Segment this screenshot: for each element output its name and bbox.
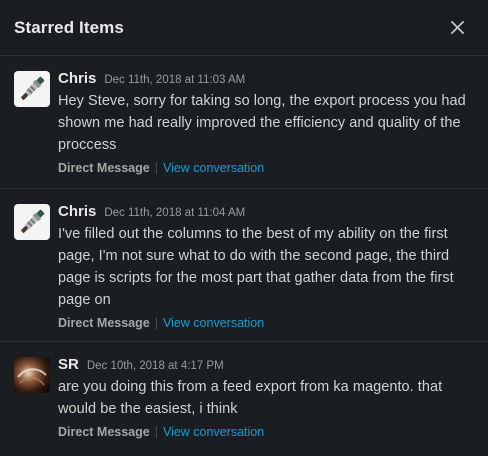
separator: | [154, 161, 158, 175]
timestamp[interactable]: Dec 11th, 2018 at 11:03 AM [104, 74, 245, 86]
avatar[interactable] [14, 204, 50, 240]
starred-message[interactable]: Chris Dec 11th, 2018 at 11:03 AM Hey Ste… [0, 56, 488, 189]
message-text: Hey Steve, sorry for taking so long, the… [58, 93, 466, 153]
message-meta: SR Dec 10th, 2018 at 4:17 PM [58, 356, 472, 374]
swirl-avatar-icon [14, 357, 50, 393]
message-text: are you doing this from a feed export fr… [58, 379, 443, 417]
message-meta: Chris Dec 11th, 2018 at 11:03 AM [58, 70, 472, 88]
starred-message[interactable]: Chris Dec 11th, 2018 at 11:04 AM I've fi… [0, 189, 488, 342]
author-name[interactable]: SR [58, 356, 79, 373]
sonic-screwdriver-avatar-icon [14, 204, 50, 240]
message-footer: Direct Message | View conversation [58, 425, 472, 439]
starred-message[interactable]: SR Dec 10th, 2018 at 4:17 PM are you doi… [0, 342, 488, 454]
timestamp[interactable]: Dec 10th, 2018 at 4:17 PM [87, 360, 224, 372]
message-meta: Chris Dec 11th, 2018 at 11:04 AM [58, 203, 472, 221]
separator: | [154, 316, 158, 330]
view-conversation-link[interactable]: View conversation [163, 316, 264, 330]
channel-label: Direct Message [58, 161, 150, 175]
sonic-screwdriver-avatar-icon [14, 71, 50, 107]
view-conversation-link[interactable]: View conversation [163, 425, 264, 439]
channel-label: Direct Message [58, 316, 150, 330]
avatar[interactable] [14, 357, 50, 393]
message-footer: Direct Message | View conversation [58, 161, 472, 175]
author-name[interactable]: Chris [58, 70, 96, 87]
message-text: I've filled out the columns to the best … [58, 226, 454, 308]
starred-items-header: Starred Items [0, 0, 488, 56]
close-icon [450, 21, 464, 34]
message-footer: Direct Message | View conversation [58, 316, 472, 330]
panel-title: Starred Items [14, 17, 124, 37]
author-name[interactable]: Chris [58, 203, 96, 220]
timestamp[interactable]: Dec 11th, 2018 at 11:04 AM [104, 207, 245, 219]
avatar[interactable] [14, 71, 50, 107]
channel-label: Direct Message [58, 425, 150, 439]
view-conversation-link[interactable]: View conversation [163, 161, 264, 175]
close-button[interactable] [446, 17, 468, 39]
separator: | [154, 425, 158, 439]
